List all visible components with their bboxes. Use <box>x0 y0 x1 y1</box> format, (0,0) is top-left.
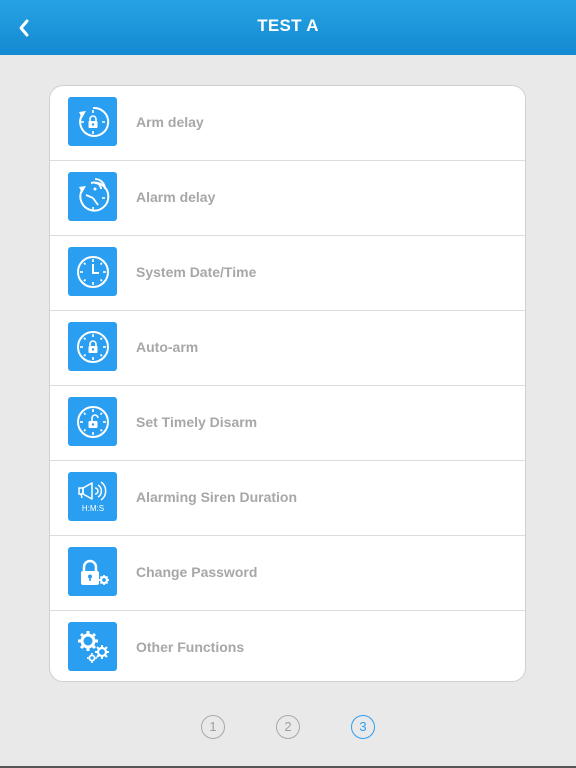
settings-menu: Arm delay Alarm delay System Date/Time A… <box>49 85 526 682</box>
password-lock-icon <box>80 559 109 585</box>
menu-item-label: Alarm delay <box>136 189 216 205</box>
menu-item-alarming-siren-duration[interactable]: H:M:S Alarming Siren Duration <box>50 461 525 536</box>
menu-item-other-functions[interactable]: Other Functions <box>50 611 525 681</box>
auto-arm-icon <box>76 330 109 363</box>
alarm-delay-icon <box>78 177 109 212</box>
siren-icon: H:M:S <box>77 480 106 513</box>
page-title: TEST A <box>257 16 319 35</box>
page-dot-3[interactable]: 3 <box>351 715 375 739</box>
menu-item-label: System Date/Time <box>136 264 257 280</box>
menu-item-label: Alarming Siren Duration <box>136 489 298 505</box>
menu-item-system-date-time[interactable]: System Date/Time <box>50 236 525 311</box>
menu-item-arm-delay[interactable]: Arm delay <box>50 86 525 161</box>
menu-item-change-password[interactable]: Change Password <box>50 536 525 611</box>
menu-item-label: Change Password <box>136 564 258 580</box>
menu-item-alarm-delay[interactable]: Alarm delay <box>50 161 525 236</box>
menu-item-label: Set Timely Disarm <box>136 414 258 430</box>
menu-item-label: Other Functions <box>136 639 245 655</box>
page-dot-2[interactable]: 2 <box>276 715 300 739</box>
page-dot-1[interactable]: 1 <box>201 715 225 739</box>
menu-item-auto-arm[interactable]: Auto-arm <box>50 311 525 386</box>
clock-icon <box>76 255 109 288</box>
svg-text:H:M:S: H:M:S <box>81 504 103 513</box>
page-indicator: 1 2 3 <box>0 712 576 742</box>
gears-icon <box>77 630 109 663</box>
menu-item-label: Auto-arm <box>136 339 199 355</box>
timely-disarm-icon <box>76 405 109 438</box>
arm-delay-icon <box>78 106 109 137</box>
menu-item-set-timely-disarm[interactable]: Set Timely Disarm <box>50 386 525 461</box>
header-bar: TEST A <box>0 0 576 55</box>
menu-item-label: Arm delay <box>136 114 204 130</box>
